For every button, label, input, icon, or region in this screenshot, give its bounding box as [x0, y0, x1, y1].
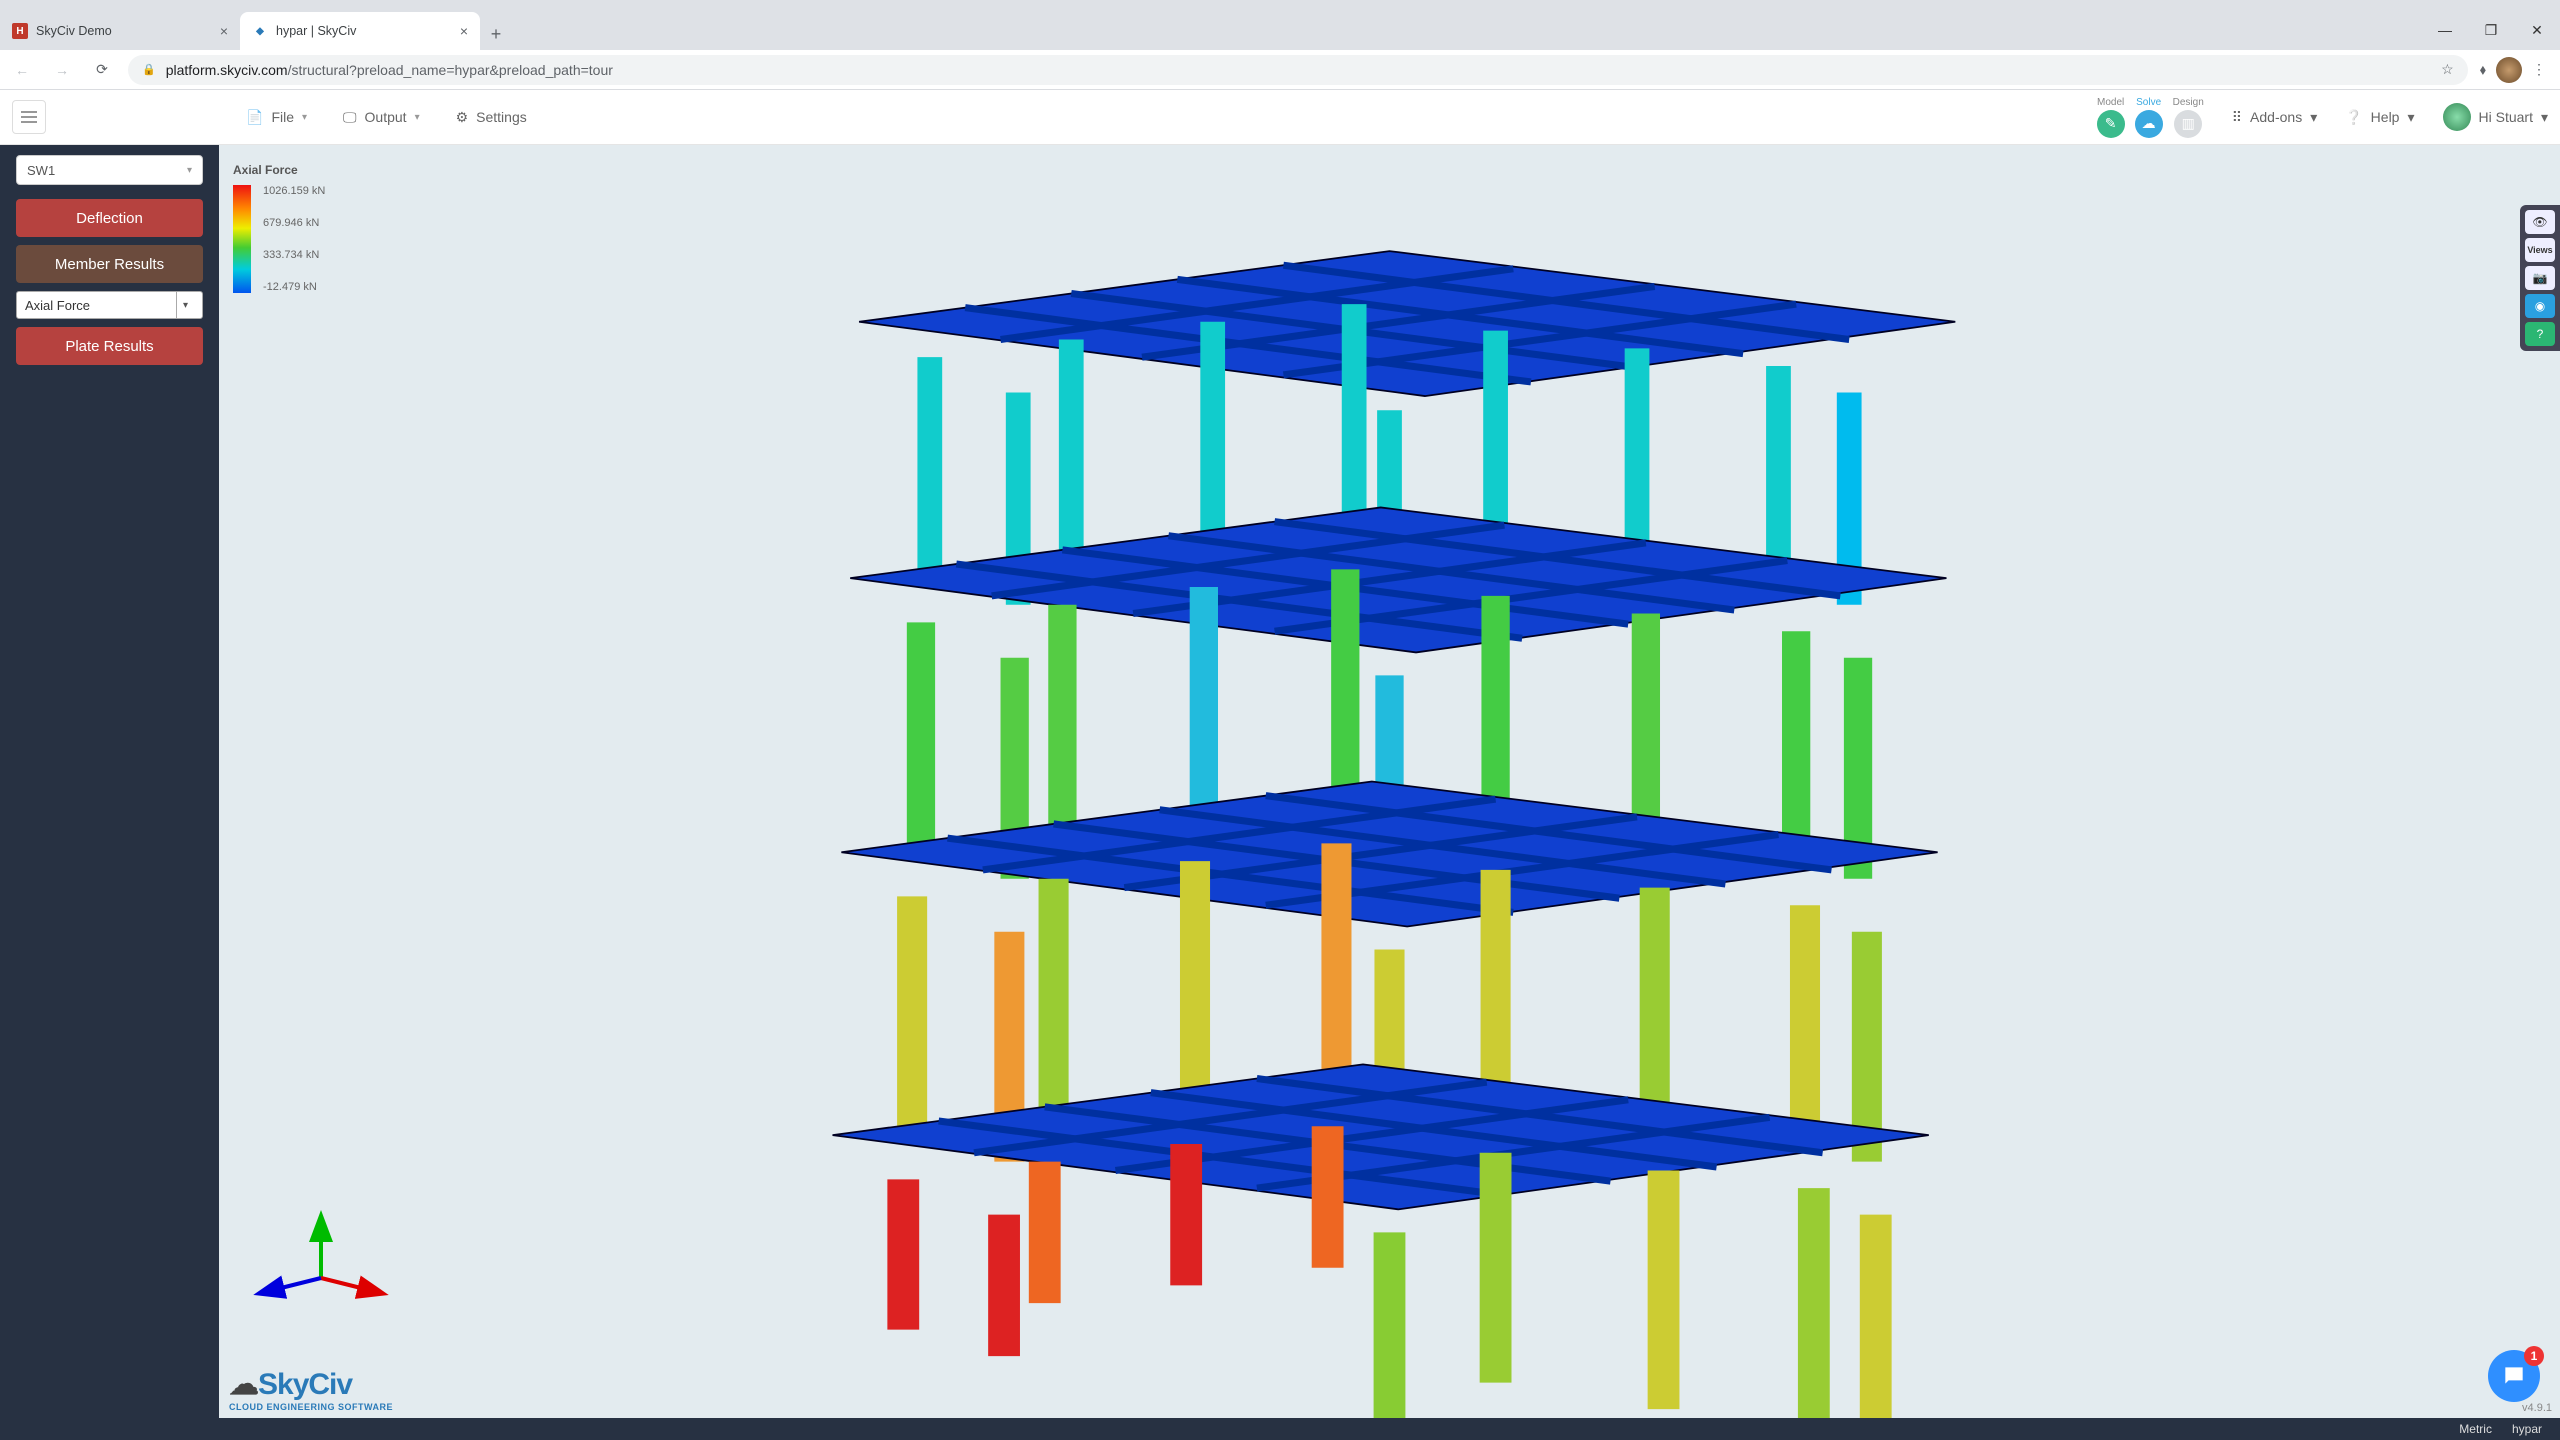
view-cube-button[interactable]: ◉ [2525, 294, 2555, 318]
star-icon[interactable]: ☆ [2441, 61, 2454, 78]
favicon-icon: ◆ [252, 23, 268, 39]
back-button[interactable]: ← [8, 56, 36, 84]
output-icon: 🖵 [343, 109, 357, 126]
chevron-down-icon: ▾ [302, 112, 307, 123]
browser-address-bar: ← → ⟳ 🔒 platform.skyciv.com/structural?p… [0, 50, 2560, 90]
deflection-button[interactable]: Deflection [16, 199, 203, 237]
menu-label: Output [365, 109, 407, 125]
url-host: platform.skyciv.com/structural?preload_n… [166, 62, 613, 78]
window-controls: — ❐ ✕ [2422, 10, 2560, 50]
url-input[interactable]: 🔒 platform.skyciv.com/structural?preload… [128, 55, 2468, 85]
close-icon[interactable]: × [220, 23, 228, 39]
favicon-icon: H [12, 23, 28, 39]
model-name-label[interactable]: hypar [2512, 1422, 2542, 1436]
results-sidebar: SW1 ▾ Deflection Member Results Axial Fo… [0, 145, 219, 1418]
button-label: Deflection [76, 210, 143, 227]
close-window-button[interactable]: ✕ [2514, 10, 2560, 50]
menu-output[interactable]: 🖵 Output ▾ [343, 109, 420, 126]
menu-file[interactable]: 📄 File ▾ [246, 109, 307, 126]
question-icon: ? [2537, 327, 2544, 341]
menu-label: Add-ons [2250, 109, 2302, 125]
structural-model-render [219, 145, 2560, 1418]
chat-badge: 1 [2524, 1346, 2544, 1366]
lock-icon: 🔒 [142, 63, 156, 76]
cube-icon: ◉ [2535, 299, 2545, 313]
result-type-select[interactable]: Axial Force ▾ [16, 291, 203, 319]
views-button[interactable]: Views [2525, 238, 2555, 262]
browser-tab-strip: H SkyCiv Demo × ◆ hypar | SkyCiv × + — ❐… [0, 0, 2560, 50]
header-left-menu: 📄 File ▾ 🖵 Output ▾ ⚙ Settings [246, 109, 527, 126]
mode-label: Solve [2136, 97, 2161, 108]
menu-label: Settings [476, 109, 527, 125]
forward-button[interactable]: → [48, 56, 76, 84]
button-label: Member Results [55, 256, 164, 273]
units-toggle[interactable]: Metric [2459, 1422, 2492, 1436]
select-value: Axial Force [25, 298, 90, 313]
minimize-button[interactable]: — [2422, 10, 2468, 50]
chevron-down-icon: ▾ [2310, 109, 2317, 126]
menu-label: Help [2371, 109, 2400, 125]
model-icon: ✎ [2097, 110, 2125, 138]
skyciv-logo: ☁SkyCiv CLOUD ENGINEERING SOFTWARE [229, 1367, 393, 1412]
button-label: Plate Results [65, 338, 153, 355]
cloud-icon: ☁ [2135, 110, 2163, 138]
chevron-down-icon: ▾ [2541, 109, 2548, 126]
menu-addons[interactable]: ⠿ Add-ons ▾ [2232, 109, 2317, 126]
eye-icon: 👁 [2532, 215, 2547, 229]
mode-label: Design [2173, 97, 2204, 108]
chevron-down-icon: ▾ [415, 112, 420, 123]
browser-tab-0[interactable]: H SkyCiv Demo × [0, 12, 240, 50]
user-menu[interactable]: Hi Stuart ▾ [2443, 103, 2549, 131]
load-case-value: SW1 [27, 163, 55, 178]
visibility-button[interactable]: 👁 [2525, 210, 2555, 234]
tab-title: hypar | SkyCiv [276, 24, 356, 38]
close-icon[interactable]: × [460, 23, 468, 39]
tab-title: SkyCiv Demo [36, 24, 112, 38]
browser-tab-1[interactable]: ◆ hypar | SkyCiv × [240, 12, 480, 50]
extensions-icon[interactable]: ⬧ [2480, 61, 2486, 78]
menu-help[interactable]: ❔ Help ▾ [2345, 109, 2414, 126]
plate-results-button[interactable]: Plate Results [16, 327, 203, 365]
file-icon: 📄 [246, 109, 263, 126]
maximize-button[interactable]: ❐ [2468, 10, 2514, 50]
user-avatar-icon [2443, 103, 2471, 131]
user-greeting: Hi Stuart [2479, 109, 2533, 125]
design-icon: ▥ [2174, 110, 2202, 138]
tool-help-button[interactable]: ? [2525, 322, 2555, 346]
axis-triad-icon [251, 1208, 391, 1308]
camera-icon: 📷 [2533, 271, 2548, 285]
new-tab-button[interactable]: + [480, 18, 512, 50]
hamburger-menu-button[interactable] [12, 100, 46, 134]
hamburger-icon [21, 111, 37, 123]
chevron-down-icon: ▾ [2407, 109, 2414, 126]
help-icon: ❔ [2345, 109, 2362, 126]
profile-avatar[interactable] [2496, 57, 2522, 83]
member-results-button[interactable]: Member Results [16, 245, 203, 283]
app-header: 📄 File ▾ 🖵 Output ▾ ⚙ Settings Model ✎ S… [0, 90, 2560, 145]
mode-switch-group: Model ✎ Solve ☁ Design ▥ [2097, 97, 2204, 138]
views-label: Views [2527, 245, 2552, 255]
mode-label: Model [2097, 97, 2124, 108]
grid-icon: ⠿ [2232, 109, 2242, 126]
chevron-down-icon: ▾ [187, 165, 192, 176]
gear-icon: ⚙ [456, 109, 469, 126]
mode-model[interactable]: Model ✎ [2097, 97, 2125, 138]
reload-button[interactable]: ⟳ [88, 56, 116, 84]
status-bar: Metric hypar [0, 1418, 2560, 1440]
menu-label: File [271, 109, 294, 125]
screenshot-button[interactable]: 📷 [2525, 266, 2555, 290]
viewport-tools: 👁 Views 📷 ◉ ? [2520, 205, 2560, 351]
chat-icon [2501, 1363, 2527, 1389]
viewport-3d[interactable]: Axial Force 1026.159 kN 679.946 kN 333.7… [219, 145, 2560, 1418]
header-right-menu: ⠿ Add-ons ▾ ❔ Help ▾ Hi Stuart ▾ [2232, 103, 2548, 131]
chrome-menu-icon[interactable]: ⋮ [2532, 61, 2546, 78]
version-label: v4.9.1 [2522, 1402, 2552, 1414]
chat-button[interactable]: 1 [2488, 1350, 2540, 1402]
menu-settings[interactable]: ⚙ Settings [456, 109, 527, 126]
chevron-down-icon: ▾ [176, 292, 194, 318]
mode-solve[interactable]: Solve ☁ [2135, 97, 2163, 138]
mode-design[interactable]: Design ▥ [2173, 97, 2204, 138]
load-case-select[interactable]: SW1 ▾ [16, 155, 203, 185]
